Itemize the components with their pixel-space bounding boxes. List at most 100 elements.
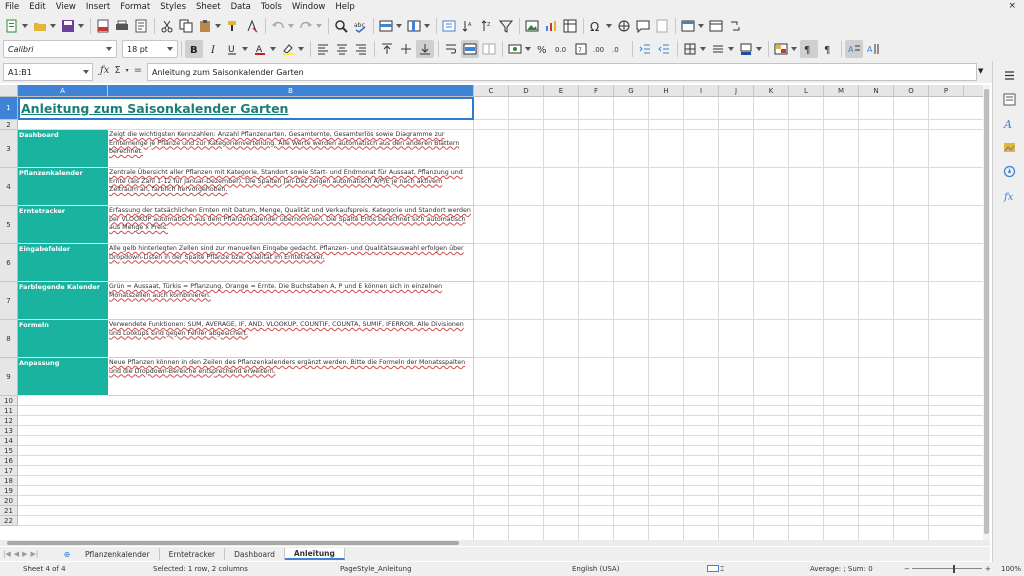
- close-document-icon[interactable]: ×: [1008, 1, 1016, 11]
- row-icon[interactable]: [377, 17, 395, 35]
- decrease-indent-icon[interactable]: [655, 40, 673, 58]
- column-header-b[interactable]: B: [108, 85, 474, 97]
- row-header-19[interactable]: 19: [0, 486, 18, 496]
- font-color-icon[interactable]: A: [251, 40, 269, 58]
- zoom-level[interactable]: 100%: [1001, 565, 1021, 573]
- align-center-icon[interactable]: [333, 40, 351, 58]
- functions-icon[interactable]: fx: [1001, 187, 1017, 203]
- center-vertically-icon[interactable]: [397, 40, 415, 58]
- label-cell[interactable]: Eingabefelder: [18, 244, 108, 282]
- row-header-15[interactable]: 15: [0, 446, 18, 456]
- date-format-icon[interactable]: 7: [572, 40, 590, 58]
- underline-icon[interactable]: U: [223, 40, 241, 58]
- tab-erntetracker[interactable]: Erntetracker: [160, 548, 226, 560]
- tab-anleitung[interactable]: Anleitung: [284, 548, 345, 560]
- row-header-2[interactable]: 2: [0, 120, 18, 130]
- formula-equals-icon[interactable]: =: [134, 65, 142, 76]
- menu-edit[interactable]: Edit: [24, 2, 50, 12]
- selection-mode-icon[interactable]: [707, 564, 719, 575]
- text-vertical-icon[interactable]: A: [864, 40, 882, 58]
- autofilter-icon[interactable]: [497, 17, 515, 35]
- increase-indent-icon[interactable]: [636, 40, 654, 58]
- column-header-p[interactable]: P: [929, 85, 964, 97]
- scroll-thumb[interactable]: [984, 89, 989, 534]
- insert-chart-icon[interactable]: [542, 17, 560, 35]
- styles-icon[interactable]: A: [1001, 115, 1017, 131]
- menu-file[interactable]: File: [0, 2, 24, 12]
- row-header-13[interactable]: 13: [0, 426, 18, 436]
- column-header-i[interactable]: I: [684, 85, 719, 97]
- split-window-icon[interactable]: [726, 17, 744, 35]
- pivot-table-icon[interactable]: [561, 17, 579, 35]
- define-print-area-icon[interactable]: [679, 17, 697, 35]
- chevron-down-icon[interactable]: [424, 17, 430, 35]
- print-icon[interactable]: [113, 17, 131, 35]
- sort-ascending-icon[interactable]: A: [459, 17, 477, 35]
- row-header-20[interactable]: 20: [0, 496, 18, 506]
- title-cell[interactable]: Anleitung zum Saisonkalender Garten: [18, 97, 474, 120]
- font-size-combo[interactable]: 18 pt: [122, 40, 178, 58]
- chevron-down-icon[interactable]: [728, 40, 734, 58]
- bold-icon[interactable]: B: [185, 40, 203, 58]
- new-document-icon[interactable]: [3, 17, 21, 35]
- row-header-11[interactable]: 11: [0, 406, 18, 416]
- redo-icon[interactable]: [297, 17, 315, 35]
- add-decimal-icon[interactable]: .00: [591, 40, 609, 58]
- border-color-icon[interactable]: [737, 40, 755, 58]
- right-to-left-icon[interactable]: ¶: [819, 40, 837, 58]
- row-header-3[interactable]: 3: [0, 130, 18, 168]
- align-right-icon[interactable]: [352, 40, 370, 58]
- row-header-7[interactable]: 7: [0, 282, 18, 320]
- navigator-icon[interactable]: [1001, 163, 1017, 179]
- chevron-down-icon[interactable]: [525, 40, 531, 58]
- menu-format[interactable]: Format: [115, 2, 155, 12]
- zoom-in-icon[interactable]: +: [985, 565, 991, 573]
- chevron-down-icon[interactable]: [22, 17, 28, 35]
- conditional-format-icon[interactable]: [772, 40, 790, 58]
- label-cell[interactable]: Pflanzenkalender: [18, 168, 108, 206]
- chevron-down-icon[interactable]: [298, 40, 304, 58]
- row-header-1[interactable]: 1: [0, 97, 18, 120]
- select-all-corner[interactable]: [0, 85, 18, 97]
- chevron-down-icon[interactable]: ▾: [126, 67, 129, 74]
- row-header-10[interactable]: 10: [0, 396, 18, 406]
- merge-center-icon[interactable]: [461, 40, 479, 58]
- chevron-down-icon[interactable]: [215, 17, 221, 35]
- clone-formatting-icon[interactable]: [224, 17, 242, 35]
- row-header-12[interactable]: 12: [0, 416, 18, 426]
- gallery-icon[interactable]: [1001, 139, 1017, 155]
- column-header-m[interactable]: M: [824, 85, 859, 97]
- align-left-icon[interactable]: [314, 40, 332, 58]
- row-header-5[interactable]: 5: [0, 206, 18, 244]
- vertical-scrollbar[interactable]: [983, 85, 990, 540]
- number-format-icon[interactable]: 0.0: [553, 40, 571, 58]
- row-header-17[interactable]: 17: [0, 466, 18, 476]
- copy-icon[interactable]: [177, 17, 195, 35]
- chevron-down-icon[interactable]: [102, 41, 116, 57]
- sum-status[interactable]: Average: ; Sum: 0: [810, 565, 873, 573]
- label-cell[interactable]: Farblegende Kalender: [18, 282, 108, 320]
- menu-sheet[interactable]: Sheet: [191, 2, 226, 12]
- first-sheet-icon[interactable]: |◀: [3, 550, 11, 558]
- column-header-e[interactable]: E: [544, 85, 579, 97]
- row-header-22[interactable]: 22: [0, 516, 18, 526]
- page-style[interactable]: PageStyle_Anleitung: [340, 565, 412, 573]
- last-sheet-icon[interactable]: ▶|: [31, 550, 39, 558]
- row-header-21[interactable]: 21: [0, 506, 18, 516]
- tab-dashboard[interactable]: Dashboard: [225, 548, 285, 560]
- prev-sheet-icon[interactable]: ◀: [14, 550, 19, 558]
- chevron-down-icon[interactable]: [316, 17, 322, 35]
- find-replace-icon[interactable]: [332, 17, 350, 35]
- font-name-combo[interactable]: Calibri: [3, 40, 117, 58]
- left-to-right-icon[interactable]: ¶: [800, 40, 818, 58]
- column-header-k[interactable]: K: [754, 85, 789, 97]
- chevron-down-icon[interactable]: [288, 17, 294, 35]
- print-preview-icon[interactable]: [132, 17, 150, 35]
- wrap-text-icon[interactable]: [442, 40, 460, 58]
- chevron-down-icon[interactable]: [396, 17, 402, 35]
- chevron-down-icon[interactable]: [700, 40, 706, 58]
- description-cell[interactable]: Verwendete Funktionen: SUM, AVERAGE, IF,…: [108, 320, 474, 358]
- text-horizontal-icon[interactable]: A: [845, 40, 863, 58]
- menu-insert[interactable]: Insert: [81, 2, 115, 12]
- column-header-h[interactable]: H: [649, 85, 684, 97]
